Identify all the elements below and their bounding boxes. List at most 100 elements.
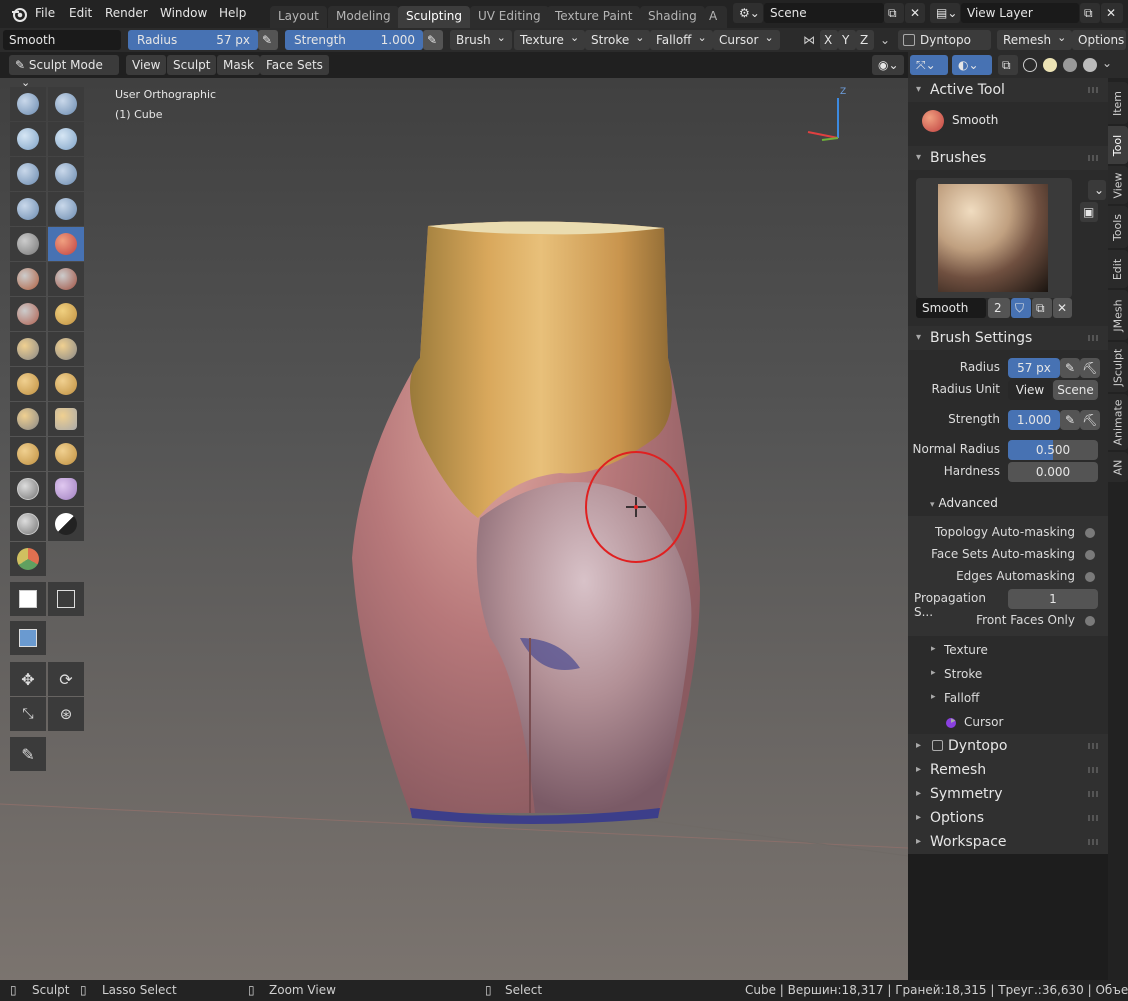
propagation-field[interactable]: 1 xyxy=(1008,589,1098,609)
tool-draw-sharp[interactable] xyxy=(48,87,84,121)
tool-clay[interactable] xyxy=(10,122,46,156)
scene-field[interactable]: Scene xyxy=(764,3,884,23)
mirror-y-toggle[interactable]: Y xyxy=(838,30,856,50)
tab-layout[interactable]: Layout xyxy=(270,6,327,28)
radius-unit-view[interactable]: View xyxy=(1008,380,1052,400)
mirror-z-toggle[interactable]: Z xyxy=(856,30,874,50)
tab-sculpting[interactable]: Sculpting xyxy=(398,6,471,28)
blender-logo-icon[interactable] xyxy=(10,5,28,23)
tool-grab[interactable] xyxy=(48,332,84,366)
tool-pose[interactable] xyxy=(48,402,84,436)
tool-inflate[interactable] xyxy=(48,157,84,191)
stroke-menu[interactable]: Stroke xyxy=(585,30,651,50)
strength-pressure-icon[interactable]: ✎ xyxy=(423,30,443,50)
scene-icon[interactable]: ⚙⌄ xyxy=(733,3,763,23)
gizmo-toggle[interactable]: ⤧⌄ xyxy=(910,55,948,75)
tab-tools[interactable]: Tools xyxy=(1108,206,1128,248)
options-menu[interactable]: Options xyxy=(1072,30,1126,50)
tool-annotate[interactable]: ✎ xyxy=(10,737,46,771)
overlay-toggle[interactable]: ◐⌄ xyxy=(952,55,992,75)
panel-grip-icon[interactable] xyxy=(1088,791,1100,797)
shading-solid-icon[interactable] xyxy=(1043,58,1057,72)
strength-field-sb[interactable]: 1.000 xyxy=(1008,410,1060,430)
brush-datablock-name[interactable]: Smooth xyxy=(916,298,986,318)
copy-scene-icon[interactable]: ⧉ xyxy=(884,3,904,23)
radius-field-sb[interactable]: 57 px xyxy=(1008,358,1060,378)
tab-jmesh[interactable]: JMesh xyxy=(1108,290,1128,340)
tab-tool[interactable]: Tool xyxy=(1108,126,1128,164)
strength-eyedropper-icon[interactable]: ⛏ xyxy=(1080,410,1100,430)
radius-slider[interactable]: Radius 57 px xyxy=(128,30,258,50)
tool-crease[interactable] xyxy=(48,192,84,226)
tool-box-mask[interactable] xyxy=(10,582,46,616)
dyntopo-panel-header[interactable]: Dyntopo xyxy=(908,734,1108,758)
menu-help[interactable]: Help xyxy=(219,4,246,22)
tab-uv-editing[interactable]: UV Editing xyxy=(470,6,549,28)
panel-grip-icon[interactable] xyxy=(1088,155,1100,161)
tool-simplify[interactable] xyxy=(10,507,46,541)
tool-clay-strips[interactable] xyxy=(48,122,84,156)
brush-users-count[interactable]: 2 xyxy=(988,298,1010,318)
strength-pressure-sb-icon[interactable]: ✎ xyxy=(1060,410,1080,430)
normal-radius-slider[interactable]: 0.500 xyxy=(1008,440,1098,460)
panel-grip-icon[interactable] xyxy=(1088,743,1100,749)
view-layer-icon[interactable]: ▤⌄ xyxy=(930,3,960,23)
tab-shading[interactable]: Shading xyxy=(640,6,705,28)
shading-material-icon[interactable] xyxy=(1063,58,1077,72)
tool-rotate[interactable] xyxy=(48,437,84,471)
tool-multiplane[interactable] xyxy=(48,297,84,331)
texture-menu[interactable]: Texture xyxy=(514,30,586,50)
brush-settings-panel-header[interactable]: Brush Settings xyxy=(908,326,1108,350)
tab-animate[interactable]: Animate xyxy=(1108,394,1128,450)
tool-layer[interactable] xyxy=(10,157,46,191)
edges-automask-toggle[interactable] xyxy=(1085,572,1095,582)
shading-options-icon[interactable]: ⌄ xyxy=(1102,56,1112,70)
tab-modeling[interactable]: Modeling xyxy=(328,6,399,28)
menu-window[interactable]: Window xyxy=(160,4,207,22)
close-scene-icon[interactable]: ✕ xyxy=(905,3,925,23)
tool-move[interactable]: ✥ xyxy=(10,662,46,696)
duplicate-brush-icon[interactable]: ⧉ xyxy=(1032,298,1052,318)
tool-blob[interactable] xyxy=(10,192,46,226)
tool-transform[interactable]: ⊛ xyxy=(48,697,84,731)
menu-file[interactable]: File xyxy=(35,4,55,22)
mirror-icon[interactable]: ⋈ xyxy=(803,33,815,47)
dyntopo-toggle[interactable]: Dyntopo xyxy=(898,30,991,50)
brush-dropdown-icon[interactable]: ⌄ xyxy=(1088,180,1106,200)
tab-edit[interactable]: Edit xyxy=(1108,250,1128,288)
tool-thumb[interactable] xyxy=(10,402,46,436)
brush-preview-frame[interactable] xyxy=(916,178,1072,298)
mask-menu[interactable]: Mask xyxy=(217,55,260,75)
view-layer-field[interactable]: View Layer xyxy=(961,3,1079,23)
options-panel-header[interactable]: Options xyxy=(908,806,1108,830)
topology-automask-toggle[interactable] xyxy=(1085,528,1095,538)
close-view-layer-icon[interactable]: ✕ xyxy=(1101,3,1123,23)
facesets-automask-toggle[interactable] xyxy=(1085,550,1095,560)
falloff-subpanel[interactable]: Falloff xyxy=(931,691,980,705)
cursor-subpanel[interactable]: Cursor xyxy=(951,715,1004,729)
tool-elastic[interactable] xyxy=(10,367,46,401)
tool-nudge[interactable] xyxy=(10,437,46,471)
tool-draw-face-sets[interactable] xyxy=(10,542,46,576)
tool-pinch[interactable] xyxy=(10,332,46,366)
strength-slider[interactable]: Strength 1.000 xyxy=(285,30,423,50)
unlink-brush-icon[interactable]: ✕ xyxy=(1053,298,1072,318)
tool-rotate-transform[interactable]: ⟳ xyxy=(48,662,84,696)
texture-subpanel[interactable]: Texture xyxy=(931,643,988,657)
visibility-icon[interactable]: ◉⌄ xyxy=(872,55,904,75)
tab-view[interactable]: View xyxy=(1108,166,1128,204)
menu-render[interactable]: Render xyxy=(105,4,148,22)
mirror-x-toggle[interactable]: X xyxy=(820,30,838,50)
falloff-menu[interactable]: Falloff xyxy=(650,30,713,50)
panel-grip-icon[interactable] xyxy=(1088,87,1100,93)
shading-rendered-icon[interactable] xyxy=(1083,58,1097,72)
tool-flatten[interactable] xyxy=(10,262,46,296)
brush-menu[interactable]: Brush xyxy=(450,30,512,50)
tab-more[interactable]: A xyxy=(705,6,727,28)
remesh-menu[interactable]: Remesh xyxy=(997,30,1073,50)
view-menu[interactable]: View xyxy=(126,55,167,75)
tool-draw[interactable] xyxy=(10,87,46,121)
tool-box-face-set[interactable] xyxy=(10,621,46,655)
tab-an[interactable]: AN xyxy=(1108,452,1128,482)
symmetry-panel-header[interactable]: Symmetry xyxy=(908,782,1108,806)
